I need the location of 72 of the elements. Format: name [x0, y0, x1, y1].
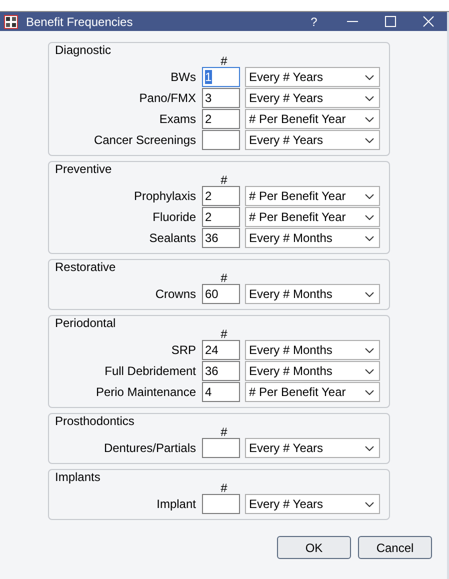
chevron-down-icon [365, 214, 374, 220]
help-button[interactable]: ? [295, 12, 333, 31]
field-label: Exams [158, 112, 197, 126]
chevron-down-icon [365, 368, 374, 374]
group-title: Periodontal [55, 317, 117, 330]
field-label: Crowns [154, 287, 197, 301]
chevron-down-icon [365, 194, 374, 198]
frequency-dropdown[interactable]: # Per Benefit Year [245, 186, 380, 206]
frequency-dropdown[interactable]: Every # Years [245, 130, 380, 150]
chevron-down-icon [365, 116, 374, 122]
group-title: Diagnostic [55, 44, 112, 57]
maximize-icon [384, 16, 396, 27]
number-input-field[interactable]: 24 [202, 340, 240, 360]
number-input-field[interactable] [202, 438, 240, 458]
cancel-button[interactable]: Cancel [358, 536, 432, 559]
chevron-down-icon [365, 292, 374, 296]
group-title: Preventive [55, 163, 113, 176]
chevron-down-icon [365, 236, 374, 240]
frequency-dropdown[interactable]: Every # Months [245, 228, 380, 248]
number-input-field[interactable]: 3 [202, 88, 240, 108]
frequency-dropdown[interactable]: Every # Years [245, 494, 380, 514]
group-title: Restorative [55, 261, 117, 274]
field-label: Dentures/Partials [102, 441, 197, 455]
number-input-field[interactable]: 60 [202, 284, 240, 304]
close-icon [422, 16, 434, 27]
frequency-dropdown[interactable]: # Per Benefit Year [245, 109, 380, 129]
column-header: # [220, 274, 228, 284]
number-input-field[interactable]: 36 [202, 361, 240, 381]
ok-button[interactable]: OK [277, 536, 351, 559]
frequency-dropdown[interactable]: Every # Years [245, 88, 380, 108]
frequency-dropdown[interactable]: # Per Benefit Year [245, 382, 380, 402]
column-header: # [220, 330, 228, 340]
field-label: SRP [170, 343, 197, 357]
group-title: Prosthodontics [55, 415, 136, 428]
chevron-down-icon [365, 446, 374, 450]
field-label: Cancer Screenings [92, 133, 197, 147]
frequency-dropdown[interactable]: Every # Years [245, 67, 380, 87]
frequency-dropdown[interactable]: Every # Months [245, 361, 380, 381]
number-input-field[interactable]: 4 [202, 382, 240, 402]
field-label: BWs [170, 70, 197, 84]
column-header: # [220, 484, 228, 494]
field-label: Pano/FMX [138, 91, 197, 105]
field-label: Full Debridement [104, 364, 197, 378]
number-input-field[interactable]: 2 [202, 109, 240, 129]
chevron-down-icon [365, 74, 374, 80]
chevron-down-icon [365, 348, 374, 352]
column-header: # [220, 428, 228, 438]
chevron-down-icon [365, 138, 374, 142]
minimize-icon [346, 20, 358, 22]
frequency-dropdown[interactable]: Every # Months [245, 340, 380, 360]
column-header: # [220, 176, 228, 186]
column-header: # [220, 57, 228, 67]
number-input-field[interactable]: 2 [202, 186, 240, 206]
number-input-field[interactable]: 36 [202, 228, 240, 248]
number-input-field[interactable]: 1 [202, 67, 240, 87]
field-label: Perio Maintenance [94, 385, 197, 399]
chevron-down-icon [365, 390, 374, 394]
field-label: Fluoride [152, 210, 197, 224]
number-input-field[interactable] [202, 130, 240, 150]
group-title: Implants [55, 471, 102, 484]
frequency-dropdown[interactable]: Every # Months [245, 284, 380, 304]
field-label: Sealants [148, 231, 197, 245]
chevron-down-icon [365, 96, 374, 100]
grid-app-icon [4, 14, 18, 28]
frequency-dropdown[interactable]: Every # Years [245, 438, 380, 458]
field-label: Implant [156, 497, 197, 511]
number-input-field[interactable]: 2 [202, 207, 240, 227]
number-input-field[interactable] [202, 494, 240, 514]
chevron-down-icon [365, 502, 374, 506]
frequency-dropdown[interactable]: # Per Benefit Year [245, 207, 380, 227]
window-title: Benefit Frequencies [26, 14, 134, 28]
field-label: Prophylaxis [132, 189, 197, 203]
